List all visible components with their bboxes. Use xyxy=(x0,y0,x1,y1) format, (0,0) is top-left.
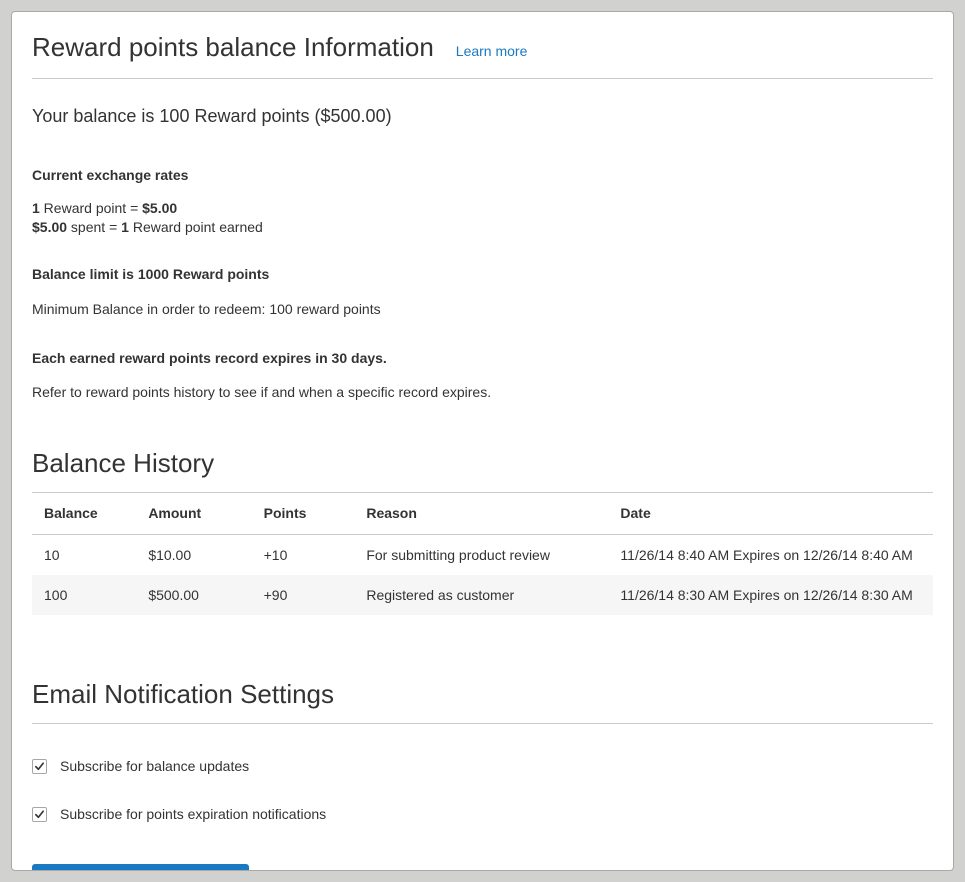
balance-history-table: Balance Amount Points Reason Date 10 $10… xyxy=(32,493,933,615)
balance-history-heading: Balance History xyxy=(32,448,933,493)
cell-points: +10 xyxy=(254,535,357,576)
cell-reason: Registered as customer xyxy=(356,575,610,615)
checkmark-icon xyxy=(34,761,45,772)
exchange-rates-lines: 1 Reward point = $5.00 $5.00 spent = 1 R… xyxy=(32,199,933,237)
page-title: Reward points balance Information xyxy=(32,32,434,63)
rate1-points: 1 xyxy=(32,200,40,216)
column-header-reason: Reason xyxy=(356,493,610,535)
rate2-amount: $5.00 xyxy=(32,219,67,235)
points-expiration-label[interactable]: Subscribe for points expiration notifica… xyxy=(60,806,326,822)
cell-date: 11/26/14 8:30 AM Expires on 12/26/14 8:3… xyxy=(610,575,933,615)
table-body: 10 $10.00 +10 For submitting product rev… xyxy=(32,535,933,616)
exchange-rates-heading: Current exchange rates xyxy=(32,166,933,185)
column-header-amount: Amount xyxy=(138,493,253,535)
reward-points-page: Reward points balance Information Learn … xyxy=(11,11,954,871)
exchange-rate-line-2: $5.00 spent = 1 Reward point earned xyxy=(32,218,933,237)
column-header-balance: Balance xyxy=(32,493,138,535)
rate1-amount: $5.00 xyxy=(142,200,177,216)
balance-updates-option: Subscribe for balance updates xyxy=(32,758,933,774)
expiration-notice: Each earned reward points record expires… xyxy=(32,349,933,368)
cell-balance: 10 xyxy=(32,535,138,576)
table-row: 100 $500.00 +90 Registered as customer 1… xyxy=(32,575,933,615)
page-header: Reward points balance Information Learn … xyxy=(32,24,933,79)
points-expiration-option: Subscribe for points expiration notifica… xyxy=(32,806,933,822)
column-header-date: Date xyxy=(610,493,933,535)
save-subscription-settings-button[interactable]: Save Subscription Settings xyxy=(32,864,249,871)
minimum-balance-notice: Minimum Balance in order to redeem: 100 … xyxy=(32,300,933,319)
balance-summary: Your balance is 100 Reward points ($500.… xyxy=(32,106,933,127)
rate1-mid: Reward point = xyxy=(40,200,142,216)
cell-points: +90 xyxy=(254,575,357,615)
learn-more-link[interactable]: Learn more xyxy=(456,43,528,59)
cell-balance: 100 xyxy=(32,575,138,615)
table-header: Balance Amount Points Reason Date xyxy=(32,493,933,535)
cell-date: 11/26/14 8:40 AM Expires on 12/26/14 8:4… xyxy=(610,535,933,576)
cell-reason: For submitting product review xyxy=(356,535,610,576)
checkmark-icon xyxy=(34,809,45,820)
balance-updates-label[interactable]: Subscribe for balance updates xyxy=(60,758,249,774)
points-expiration-checkbox[interactable] xyxy=(32,807,47,822)
email-settings-heading: Email Notification Settings xyxy=(32,679,933,724)
table-header-row: Balance Amount Points Reason Date xyxy=(32,493,933,535)
table-row: 10 $10.00 +10 For submitting product rev… xyxy=(32,535,933,576)
column-header-points: Points xyxy=(254,493,357,535)
cell-amount: $500.00 xyxy=(138,575,253,615)
exchange-rate-line-1: 1 Reward point = $5.00 xyxy=(32,199,933,218)
rate2-points: 1 xyxy=(121,219,129,235)
expiration-hint: Refer to reward points history to see if… xyxy=(32,383,933,402)
rate2-tail: Reward point earned xyxy=(129,219,263,235)
rate2-mid: spent = xyxy=(67,219,121,235)
balance-limit-notice: Balance limit is 1000 Reward points xyxy=(32,265,933,284)
balance-updates-checkbox[interactable] xyxy=(32,759,47,774)
cell-amount: $10.00 xyxy=(138,535,253,576)
